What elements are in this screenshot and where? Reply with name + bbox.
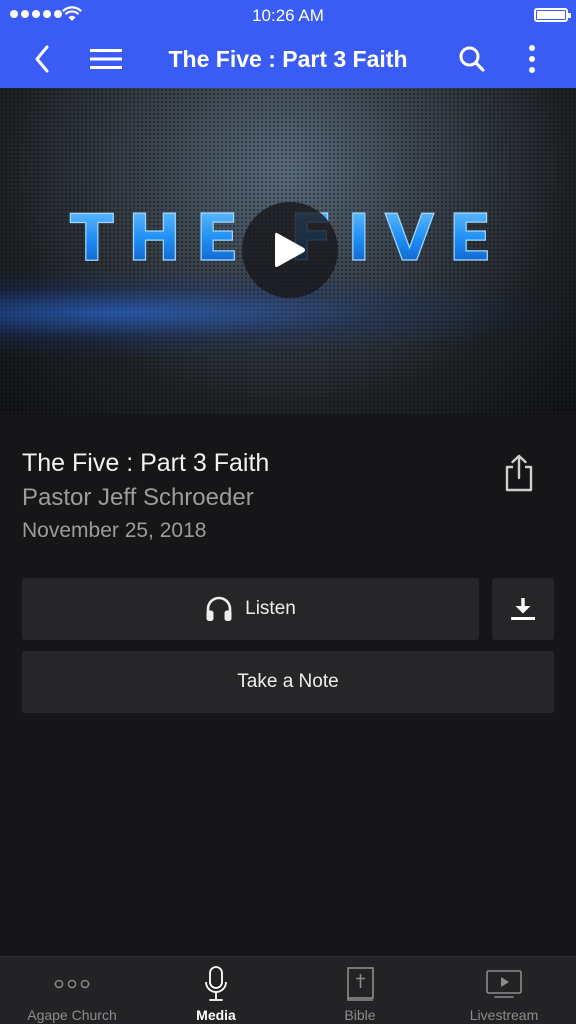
menu-button[interactable] <box>84 30 128 88</box>
microphone-icon <box>205 966 227 1001</box>
page-title: The Five : Part 3 Faith <box>168 46 408 72</box>
share-icon <box>505 454 533 492</box>
sermon-title: The Five : Part 3 Faith <box>22 449 270 477</box>
tab-label-bible: Bible <box>344 1007 376 1023</box>
sermon-artwork[interactable]: THE FIVE <box>0 88 576 414</box>
search-button[interactable] <box>450 30 494 88</box>
bible-icon <box>347 967 374 1001</box>
tab-label-agape-church: Agape Church <box>27 1007 117 1023</box>
tab-label-media: Media <box>196 1007 236 1023</box>
more-dots-icon <box>54 979 90 989</box>
vertical-ellipsis-icon <box>529 45 535 73</box>
download-icon <box>511 598 535 620</box>
more-options-button[interactable] <box>512 30 552 88</box>
sermon-date: November 25, 2018 <box>22 519 207 542</box>
download-button[interactable] <box>492 578 554 640</box>
tab-media[interactable]: Media <box>144 957 288 1024</box>
tab-agape-church[interactable]: Agape Church <box>0 957 144 1024</box>
play-button[interactable] <box>242 202 338 298</box>
listen-label: Listen <box>245 598 296 619</box>
battery-icon <box>534 8 571 22</box>
chevron-left-icon <box>35 45 49 73</box>
take-a-note-label: Take a Note <box>237 671 339 692</box>
headphones-icon <box>206 596 232 621</box>
share-button[interactable] <box>500 452 538 494</box>
play-icon <box>275 232 305 267</box>
livestream-icon <box>486 970 522 998</box>
status-time: 10:26 AM <box>252 6 324 25</box>
status-bar: 10:26 AM <box>0 0 576 30</box>
listen-button[interactable]: Listen <box>22 578 479 640</box>
tab-bar: Agape Church Media Bible Livestream <box>0 956 576 1024</box>
search-icon <box>459 46 485 72</box>
tab-livestream[interactable]: Livestream <box>432 957 576 1024</box>
tab-bible[interactable]: Bible <box>288 957 432 1024</box>
hamburger-menu-icon <box>90 49 122 69</box>
back-button[interactable] <box>22 30 62 88</box>
take-a-note-button[interactable]: Take a Note <box>22 651 554 713</box>
sermon-speaker: Pastor Jeff Schroeder <box>22 484 254 511</box>
nav-bar: The Five : Part 3 Faith <box>0 30 576 88</box>
tab-label-livestream: Livestream <box>469 1007 539 1023</box>
